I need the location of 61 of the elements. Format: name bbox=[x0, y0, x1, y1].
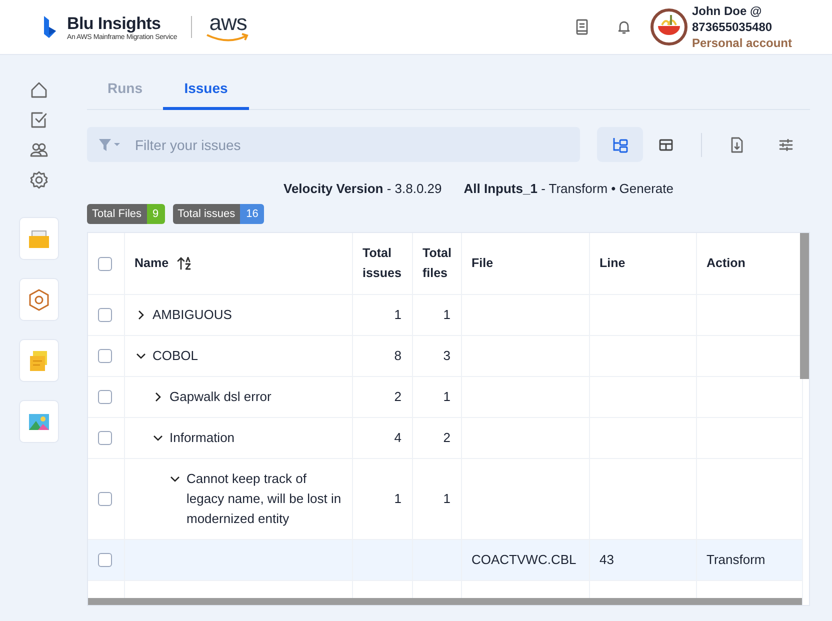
account-id: 873655035480 bbox=[692, 19, 774, 35]
brand-name: Blu Insights bbox=[67, 14, 162, 33]
account-type: Personal account bbox=[692, 35, 792, 51]
checkbox[interactable] bbox=[98, 553, 112, 568]
file-count: 1 bbox=[443, 491, 450, 506]
checkbox[interactable] bbox=[98, 349, 112, 364]
logo-icon bbox=[43, 16, 57, 38]
file-name: COACTVWC.CBL bbox=[472, 552, 576, 567]
checkbox[interactable] bbox=[98, 431, 112, 446]
checkbox[interactable] bbox=[98, 256, 112, 271]
filter-field[interactable]: Filter your issues bbox=[87, 127, 580, 162]
badge-label: Total Files bbox=[87, 204, 147, 224]
line-number: 43 bbox=[600, 552, 614, 567]
file-count: 1 bbox=[443, 307, 450, 322]
file-count: 1 bbox=[443, 389, 450, 404]
issue-name: AMBIGUOUS bbox=[152, 306, 232, 324]
issue-name: Gapwalk dsl error bbox=[170, 388, 272, 406]
vertical-scrollbar[interactable] bbox=[800, 233, 809, 379]
checkbox[interactable] bbox=[98, 308, 112, 322]
file-count: 3 bbox=[443, 348, 450, 363]
checkbox[interactable] bbox=[98, 492, 112, 506]
sort-icon[interactable] bbox=[176, 256, 191, 270]
action-name: Transform bbox=[706, 552, 766, 567]
file-download-icon bbox=[731, 136, 743, 152]
tree-view-icon bbox=[612, 136, 628, 152]
run-summary: Velocity Version - 3.8.0.29 bbox=[284, 181, 442, 196]
checkbox-icon[interactable] bbox=[29, 110, 49, 130]
issue-count: 2 bbox=[394, 389, 402, 404]
smile-arrow-icon bbox=[206, 32, 250, 42]
badge-label: Total issues bbox=[172, 204, 240, 224]
gear-cube-icon bbox=[28, 288, 50, 310]
table-view-icon bbox=[659, 138, 673, 150]
user-name: John Doe @ bbox=[692, 3, 763, 19]
issue-count: 1 bbox=[394, 307, 402, 322]
bell-icon[interactable] bbox=[616, 19, 632, 35]
issue-count: 8 bbox=[394, 348, 402, 363]
issue-count: 1 bbox=[394, 491, 402, 506]
issue-name: Cannot keep track of legacy name, will be lost in modernized entity bbox=[186, 470, 342, 528]
partner-logo-text: aws bbox=[209, 12, 247, 32]
issue-count: 4 bbox=[394, 430, 402, 445]
issue-name: Information bbox=[170, 428, 235, 446]
settings-icon[interactable] bbox=[29, 170, 49, 190]
sliders-icon bbox=[779, 138, 793, 150]
tab[interactable]: Issues bbox=[163, 80, 249, 110]
folder-icon bbox=[28, 228, 50, 250]
app-tile[interactable] bbox=[19, 339, 59, 382]
book-icon[interactable] bbox=[574, 19, 590, 35]
checkbox[interactable] bbox=[98, 390, 112, 404]
app-tile[interactable] bbox=[19, 217, 59, 260]
view-toggle-button[interactable] bbox=[597, 127, 643, 162]
column-header[interactable]: Name bbox=[134, 253, 169, 274]
app-tile[interactable] bbox=[19, 278, 59, 321]
issue-name: COBOL bbox=[152, 346, 198, 364]
sticky-notes-icon bbox=[28, 350, 50, 372]
badge-count: 9 bbox=[146, 204, 165, 224]
home-icon[interactable] bbox=[29, 80, 49, 100]
horizontal-scrollbar[interactable] bbox=[88, 598, 802, 605]
app-tile[interactable] bbox=[19, 400, 59, 443]
badge-count: 16 bbox=[240, 204, 264, 224]
run-summary: All Inputs_1 - Transform • Generate bbox=[464, 181, 674, 196]
file-count: 2 bbox=[443, 430, 450, 445]
